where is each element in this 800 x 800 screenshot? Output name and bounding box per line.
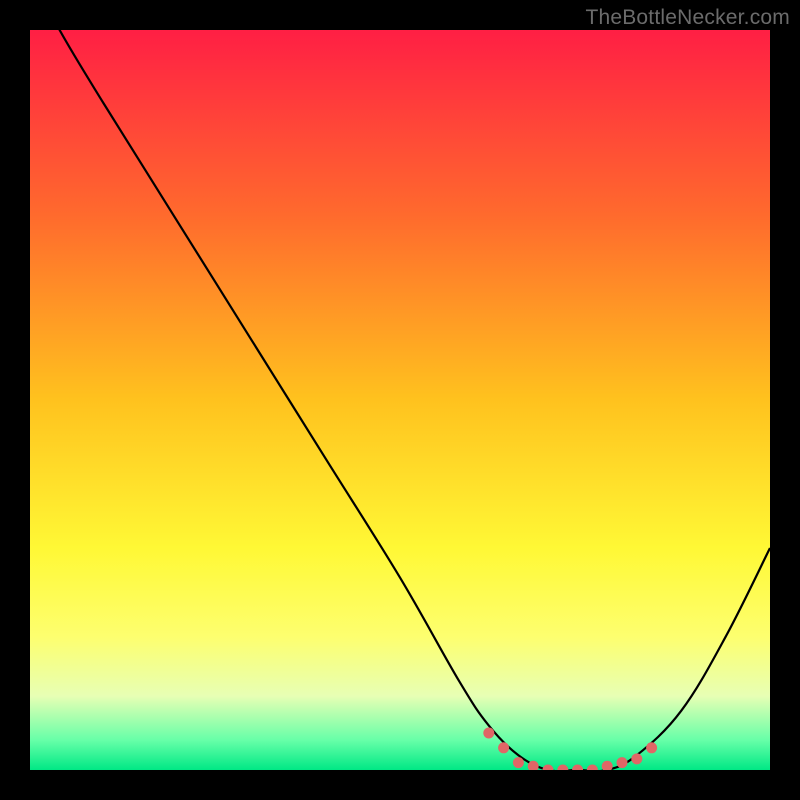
marker-dot xyxy=(498,742,509,753)
gradient-background xyxy=(30,30,770,770)
bottleneck-chart xyxy=(30,30,770,770)
watermark-text: TheBottleNecker.com xyxy=(585,6,790,30)
marker-dot xyxy=(646,742,657,753)
marker-dot xyxy=(513,757,524,768)
marker-dot xyxy=(483,728,494,739)
marker-dot xyxy=(617,757,628,768)
marker-dot xyxy=(631,753,642,764)
